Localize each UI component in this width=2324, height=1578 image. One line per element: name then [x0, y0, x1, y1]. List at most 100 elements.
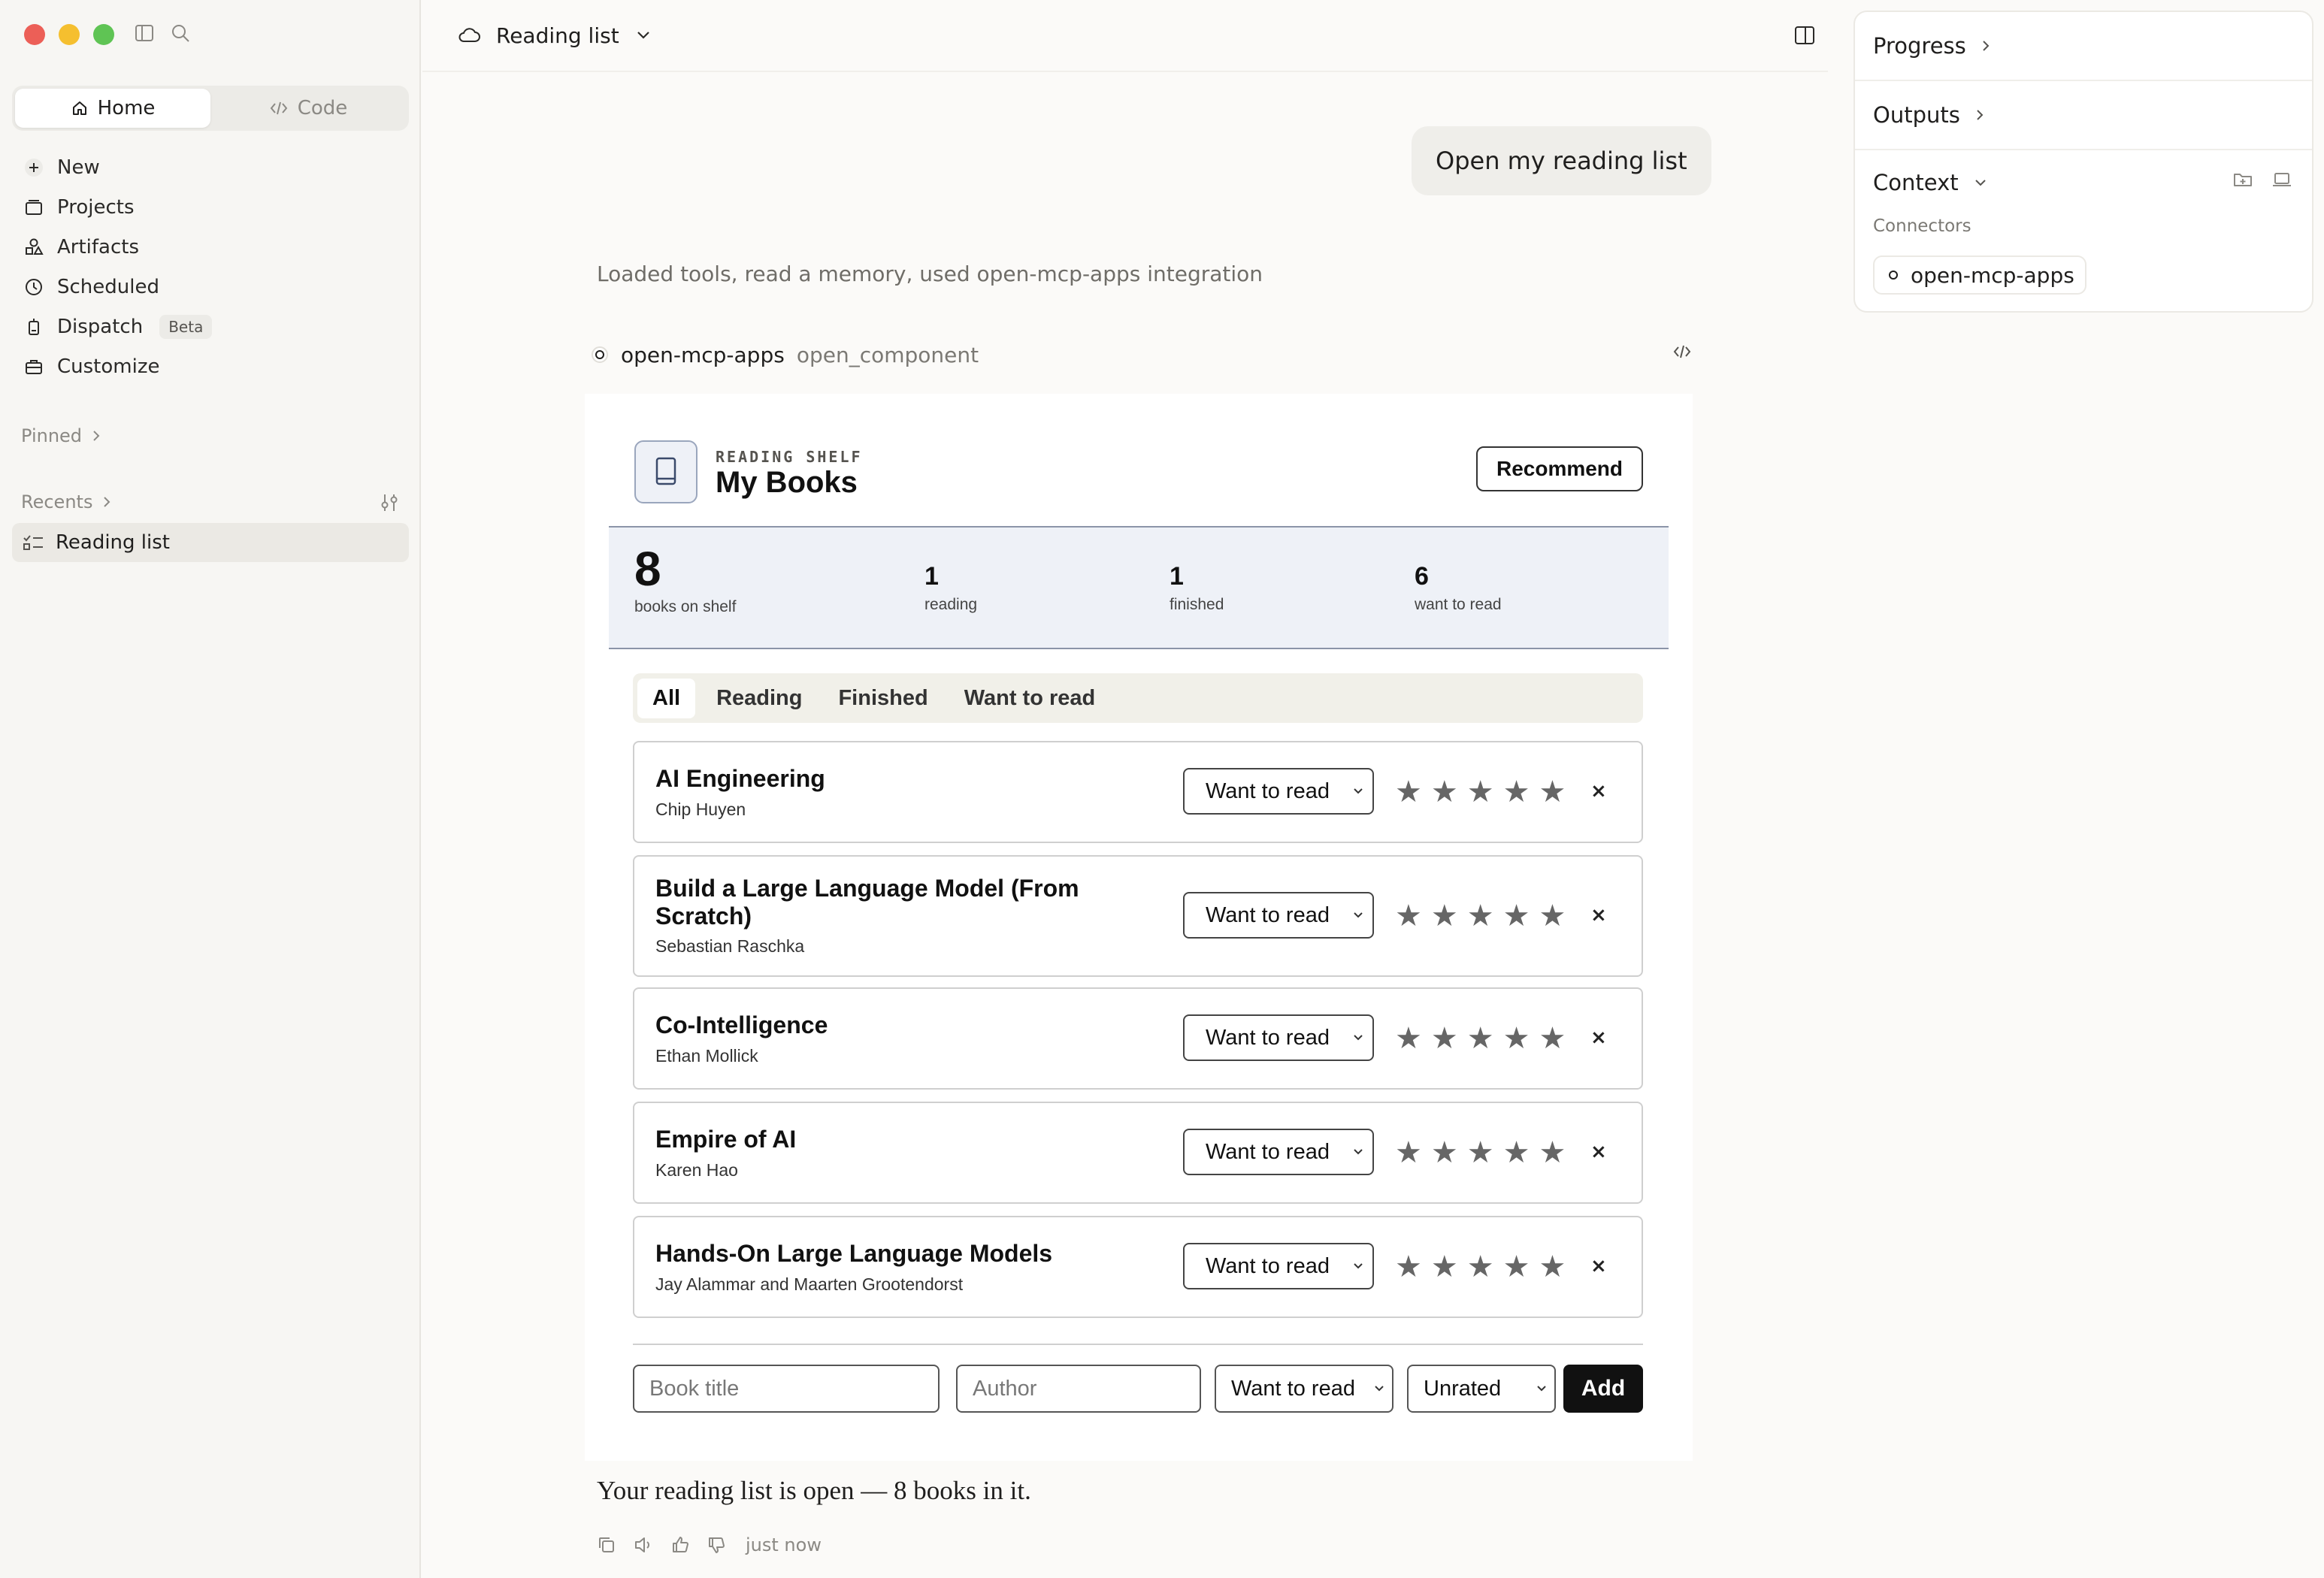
- status-select[interactable]: Want to read: [1183, 1243, 1374, 1289]
- thumbs-up-icon[interactable]: [670, 1535, 690, 1555]
- copy-icon[interactable]: [597, 1535, 616, 1555]
- sidebar-item-customize[interactable]: Customize: [12, 346, 409, 386]
- star-2[interactable]: ★: [1431, 901, 1458, 931]
- sidebar-toggle-icon[interactable]: [134, 23, 155, 44]
- code-icon[interactable]: [1672, 343, 1693, 361]
- connector-chip[interactable]: open-mcp-apps: [1873, 255, 2086, 295]
- star-3[interactable]: ★: [1467, 901, 1494, 931]
- sidebar-item-label: New: [57, 156, 100, 179]
- chevron-down-icon: [1350, 1144, 1366, 1160]
- star-1[interactable]: ★: [1395, 1138, 1422, 1168]
- app-header: READING SHELF My Books Recommend: [634, 440, 1643, 503]
- new-rating-select[interactable]: Unrated: [1407, 1365, 1556, 1413]
- tab-want-to-read[interactable]: Want to read: [949, 679, 1111, 718]
- book-title-input[interactable]: [633, 1365, 940, 1413]
- sidebar-item-label: Customize: [57, 355, 160, 378]
- reading-shelf-app: READING SHELF My Books Recommend 8 books…: [585, 394, 1693, 1461]
- star-2[interactable]: ★: [1431, 1138, 1458, 1168]
- recent-item-reading-list[interactable]: Reading list: [12, 523, 409, 562]
- thumbs-down-icon[interactable]: [707, 1535, 726, 1555]
- recommend-button[interactable]: Recommend: [1476, 446, 1643, 491]
- star-1[interactable]: ★: [1395, 901, 1422, 931]
- stat-finished-value: 1: [1170, 562, 1184, 591]
- star-4[interactable]: ★: [1503, 1138, 1530, 1168]
- chevron-down-icon[interactable]: [634, 28, 652, 43]
- recents-label: Recents: [21, 491, 93, 512]
- recents-section[interactable]: Recents: [21, 491, 112, 512]
- tools-summary[interactable]: Loaded tools, read a memory, used open-m…: [597, 261, 1263, 286]
- remove-book-button[interactable]: ×: [1590, 1255, 1607, 1277]
- sidebar-item-dispatch[interactable]: Dispatch Beta: [12, 307, 409, 346]
- mode-toggle: Home Code: [12, 86, 409, 131]
- chevron-right-icon: [101, 494, 112, 509]
- conversation-title[interactable]: Reading list: [496, 23, 619, 48]
- assistant-reply: Your reading list is open — 8 books in i…: [597, 1476, 1031, 1505]
- star-4[interactable]: ★: [1503, 1252, 1530, 1282]
- tool-call-row[interactable]: open-mcp-apps open_component: [591, 340, 1693, 370]
- add-folder-icon[interactable]: [2232, 170, 2253, 189]
- panel-toggle-icon[interactable]: [1793, 24, 1816, 47]
- window-controls: [24, 24, 114, 45]
- rating-stars: ★ ★ ★ ★ ★: [1395, 1252, 1566, 1282]
- search-icon[interactable]: [170, 23, 191, 44]
- laptop-icon[interactable]: [2271, 170, 2292, 189]
- minimize-window-button[interactable]: [59, 24, 80, 45]
- star-3[interactable]: ★: [1467, 1138, 1494, 1168]
- progress-section[interactable]: Progress: [1855, 12, 2312, 80]
- star-5[interactable]: ★: [1539, 1252, 1566, 1282]
- star-1[interactable]: ★: [1395, 777, 1422, 807]
- star-5[interactable]: ★: [1539, 777, 1566, 807]
- star-4[interactable]: ★: [1503, 777, 1530, 807]
- sidebar-item-scheduled[interactable]: Scheduled: [12, 267, 409, 307]
- sidebar-item-artifacts[interactable]: Artifacts: [12, 227, 409, 267]
- star-2[interactable]: ★: [1431, 1252, 1458, 1282]
- tab-all[interactable]: All: [637, 678, 696, 718]
- code-tab[interactable]: Code: [210, 89, 406, 128]
- star-5[interactable]: ★: [1539, 1138, 1566, 1168]
- tab-reading[interactable]: Reading: [701, 679, 817, 718]
- plus-icon: [23, 156, 45, 179]
- remove-book-button[interactable]: ×: [1590, 1026, 1607, 1049]
- status-select[interactable]: Want to read: [1183, 768, 1374, 815]
- remove-book-button[interactable]: ×: [1590, 780, 1607, 803]
- outputs-section[interactable]: Outputs: [1855, 81, 2312, 149]
- star-5[interactable]: ★: [1539, 1023, 1566, 1054]
- star-1[interactable]: ★: [1395, 1023, 1422, 1054]
- star-3[interactable]: ★: [1467, 1252, 1494, 1282]
- star-4[interactable]: ★: [1503, 901, 1530, 931]
- add-book-form: Want to read Unrated Add: [633, 1365, 1643, 1413]
- remove-book-button[interactable]: ×: [1590, 1141, 1607, 1163]
- connectors-label: Connectors: [1873, 216, 1971, 236]
- zoom-window-button[interactable]: [93, 24, 114, 45]
- book-row: AI Engineering Chip Huyen Want to read ★…: [633, 741, 1643, 843]
- pinned-section[interactable]: Pinned: [21, 425, 101, 446]
- star-1[interactable]: ★: [1395, 1252, 1422, 1282]
- close-window-button[interactable]: [24, 24, 45, 45]
- star-2[interactable]: ★: [1431, 1023, 1458, 1054]
- chevron-right-icon: [91, 428, 101, 443]
- tab-finished[interactable]: Finished: [823, 679, 943, 718]
- stat-finished-label: finished: [1170, 596, 1224, 613]
- stat-want: 6 want to read: [1415, 562, 1502, 614]
- star-2[interactable]: ★: [1431, 777, 1458, 807]
- status-select[interactable]: Want to read: [1183, 1014, 1374, 1061]
- new-status-select[interactable]: Want to read: [1215, 1365, 1393, 1413]
- rating-stars: ★ ★ ★ ★ ★: [1395, 901, 1566, 931]
- status-select[interactable]: Want to read: [1183, 1129, 1374, 1175]
- speaker-icon[interactable]: [633, 1535, 654, 1555]
- star-5[interactable]: ★: [1539, 901, 1566, 931]
- sidebar-item-projects[interactable]: Projects: [12, 187, 409, 227]
- home-tab[interactable]: Home: [15, 89, 210, 128]
- connector-name: open-mcp-apps: [1911, 262, 2074, 288]
- add-book-button[interactable]: Add: [1563, 1365, 1643, 1413]
- filter-icon[interactable]: [379, 492, 400, 513]
- status-select[interactable]: Want to read: [1183, 892, 1374, 939]
- star-3[interactable]: ★: [1467, 777, 1494, 807]
- sidebar-item-new[interactable]: New: [12, 147, 409, 187]
- author-input[interactable]: [956, 1365, 1201, 1413]
- star-4[interactable]: ★: [1503, 1023, 1530, 1054]
- remove-book-button[interactable]: ×: [1590, 904, 1607, 927]
- book-row: Empire of AI Karen Hao Want to read ★ ★ …: [633, 1102, 1643, 1204]
- briefcase-icon: [23, 355, 45, 378]
- star-3[interactable]: ★: [1467, 1023, 1494, 1054]
